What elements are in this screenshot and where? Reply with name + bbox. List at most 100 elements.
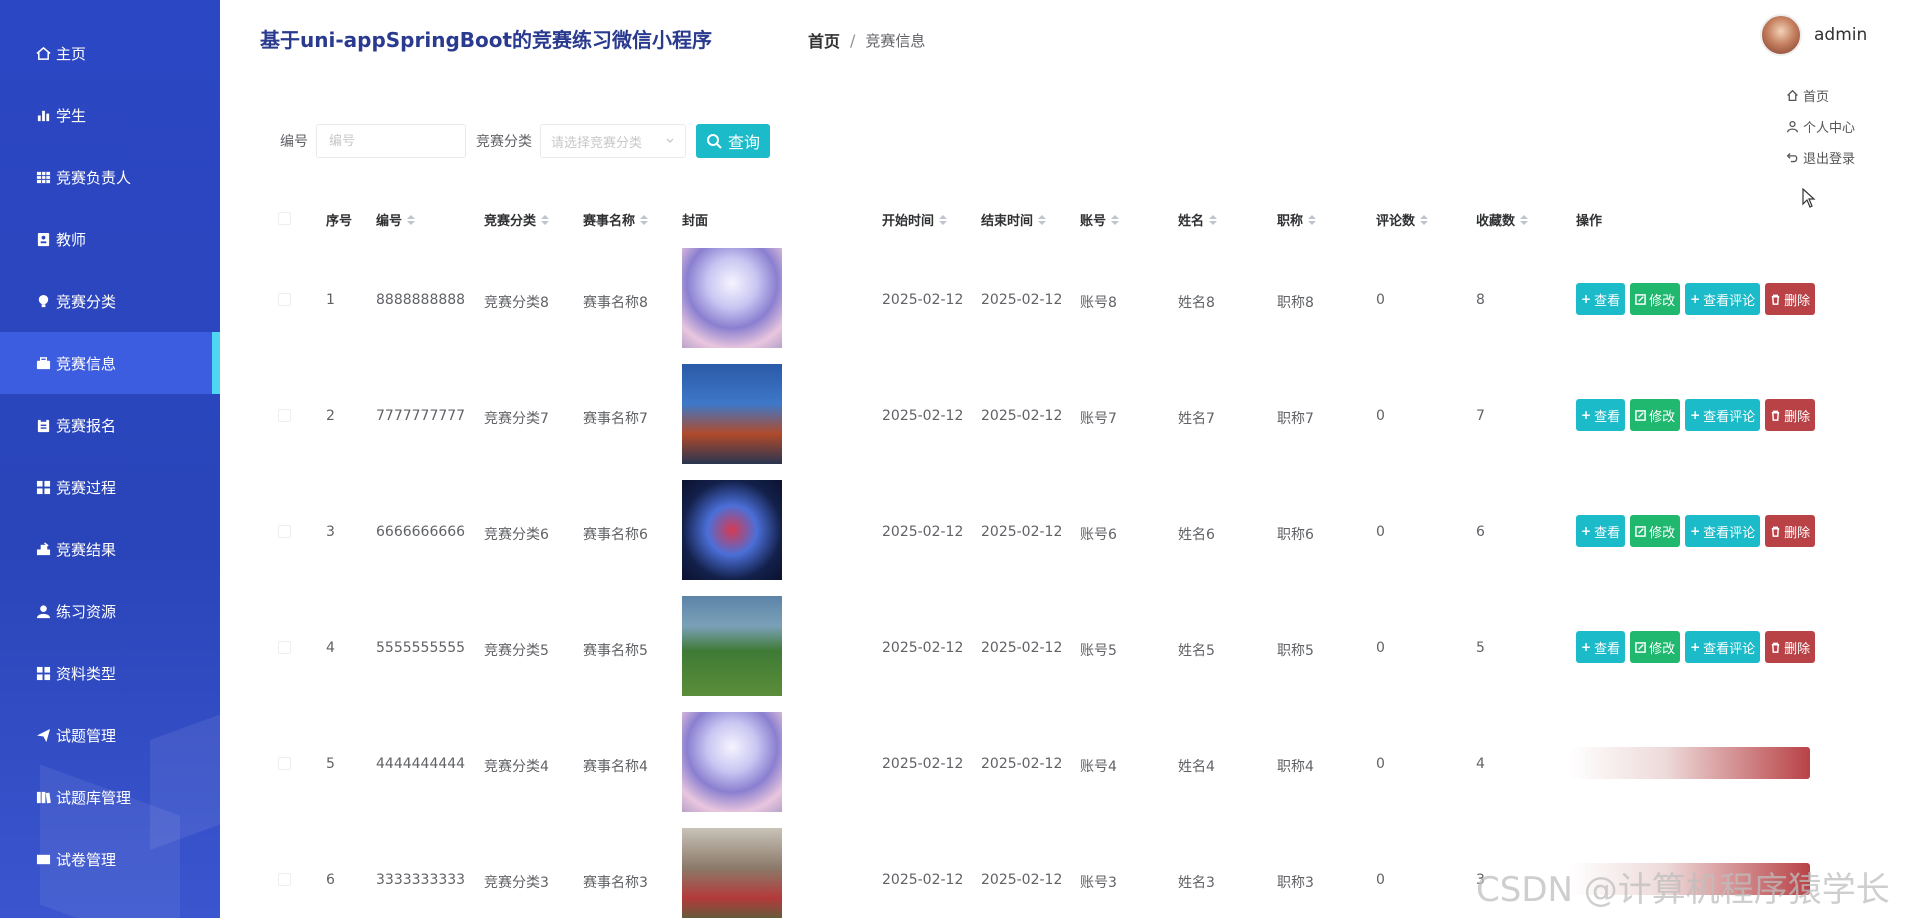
view-comments-button[interactable]: + 查看评论	[1685, 515, 1761, 547]
column-header[interactable]: 编号	[376, 210, 416, 229]
column-header-label: 收藏数	[1476, 214, 1516, 229]
briefcase-icon	[34, 354, 52, 372]
trash-icon	[1770, 292, 1781, 306]
delete-button[interactable]: 删除	[1765, 515, 1816, 547]
column-header[interactable]: 竞赛分类	[484, 210, 550, 229]
column-header[interactable]: 账号	[1080, 210, 1120, 229]
view-button[interactable]: + 查看	[1576, 399, 1626, 431]
sidebar-item[interactable]: 竞赛过程	[0, 456, 220, 518]
cell-start: 2025-02-12	[882, 640, 964, 656]
sort-caret-icon[interactable]	[640, 214, 649, 225]
plus-icon: +	[1581, 524, 1592, 538]
category-select[interactable]: 请选择竞赛分类	[540, 124, 686, 158]
plus-icon: +	[1581, 292, 1592, 306]
column-header[interactable]: 开始时间	[882, 210, 948, 229]
row-checkbox[interactable]	[278, 409, 291, 422]
sidebar-item[interactable]: 练习资源	[0, 580, 220, 642]
column-header[interactable]: 赛事名称	[583, 210, 649, 229]
view-comments-button[interactable]: + 查看评论	[1685, 631, 1761, 663]
delete-button[interactable]: 删除	[1765, 399, 1816, 431]
select-all-checkbox[interactable]	[278, 212, 291, 225]
user-profile[interactable]: admin	[1760, 14, 1867, 56]
cover-image[interactable]	[682, 712, 782, 812]
plus-icon: +	[1690, 640, 1701, 654]
sort-caret-icon[interactable]	[1038, 214, 1047, 225]
cover-image[interactable]	[682, 480, 782, 580]
delete-button[interactable]: 删除	[1765, 283, 1816, 315]
cover-image[interactable]	[682, 828, 782, 918]
row-checkbox[interactable]	[278, 293, 291, 306]
breadcrumb-home[interactable]: 首页	[808, 28, 840, 52]
row-checkbox[interactable]	[278, 757, 291, 770]
view-button[interactable]: + 查看	[1576, 631, 1626, 663]
edit-button[interactable]: 修改	[1630, 515, 1681, 547]
cell-account: 账号3	[1080, 875, 1117, 891]
column-header[interactable]: 姓名	[1178, 210, 1218, 229]
view-comments-button-label: 查看评论	[1703, 641, 1756, 657]
column-header-label: 操作	[1576, 214, 1603, 229]
sidebar-item[interactable]: 竞赛报名	[0, 394, 220, 456]
sidebar-item-label: 竞赛分类	[56, 292, 117, 311]
cell-name: 赛事名称5	[583, 643, 648, 659]
delete-button[interactable]: 删除	[1765, 631, 1816, 663]
column-header[interactable]: 结束时间	[981, 210, 1047, 229]
sort-caret-icon[interactable]	[541, 214, 550, 225]
plus-icon: +	[1581, 640, 1592, 654]
row-checkbox[interactable]	[278, 525, 291, 538]
sidebar-item[interactable]: 教师	[0, 208, 220, 270]
cover-image[interactable]	[682, 248, 782, 348]
sidebar-item-label: 竞赛报名	[56, 416, 117, 435]
sort-caret-icon[interactable]	[1308, 214, 1317, 225]
sidebar-item[interactable]: 竞赛信息	[0, 332, 220, 394]
sort-caret-icon[interactable]	[1520, 214, 1529, 225]
row-checkbox[interactable]	[278, 873, 291, 886]
paper-icon	[34, 850, 52, 868]
cell-number: 6666666666	[376, 524, 466, 540]
cell-category: 竞赛分类5	[484, 643, 549, 659]
edit-button[interactable]: 修改	[1630, 283, 1681, 315]
column-header: 封面	[682, 210, 708, 229]
column-header[interactable]: 职称	[1277, 210, 1317, 229]
avatar[interactable]	[1760, 14, 1802, 56]
query-button[interactable]: 查询	[696, 124, 771, 158]
user-icon	[1786, 120, 1799, 133]
cover-image[interactable]	[682, 596, 782, 696]
sort-caret-icon[interactable]	[1111, 214, 1120, 225]
sidebar-item[interactable]: 资料类型	[0, 642, 220, 704]
row-checkbox[interactable]	[278, 641, 291, 654]
sidebar-item[interactable]: 试卷管理	[0, 828, 220, 890]
edit-button[interactable]: 修改	[1630, 399, 1681, 431]
cell-favorites: 4	[1476, 756, 1485, 772]
view-comments-button-label: 查看评论	[1703, 409, 1756, 425]
sidebar-item[interactable]: 竞赛分类	[0, 270, 220, 332]
user-menu-logout[interactable]: 退出登录	[1786, 142, 1855, 173]
view-button[interactable]: + 查看	[1576, 283, 1626, 315]
view-comments-button[interactable]: + 查看评论	[1685, 283, 1761, 315]
sort-caret-icon[interactable]	[939, 214, 948, 225]
user-menu-home[interactable]: 首页	[1786, 80, 1855, 111]
username[interactable]: admin	[1814, 25, 1867, 45]
sidebar-item[interactable]: 竞赛负责人	[0, 146, 220, 208]
sidebar-item[interactable]: 试题库管理	[0, 766, 220, 828]
table-row: 4 5555555555 竞赛分类5 赛事名称5 2025-02-12 2025-02-1…	[270, 590, 1860, 706]
column-header[interactable]: 收藏数	[1476, 210, 1529, 229]
sidebar-item[interactable]: 竞赛结果	[0, 518, 220, 580]
cell-idx: 3	[326, 524, 335, 540]
user-menu-profile[interactable]: 个人中心	[1786, 111, 1855, 142]
sort-caret-icon[interactable]	[1209, 214, 1218, 225]
view-comments-button[interactable]: + 查看评论	[1685, 399, 1761, 431]
view-button[interactable]: + 查看	[1576, 515, 1626, 547]
edit-button[interactable]: 修改	[1630, 631, 1681, 663]
row-actions: + 查看 修改 + 查看评论 删除	[1576, 631, 1820, 663]
view-comments-button-label: 查看评论	[1703, 293, 1756, 309]
sidebar-item[interactable]: 试题管理	[0, 704, 220, 766]
cell-favorites: 7	[1476, 408, 1485, 424]
sidebar-item[interactable]: 主页	[0, 22, 220, 84]
column-header[interactable]: 评论数	[1376, 210, 1429, 229]
cover-image[interactable]	[682, 364, 782, 464]
sort-caret-icon[interactable]	[1420, 214, 1429, 225]
number-input[interactable]	[316, 124, 466, 158]
column-header-label: 竞赛分类	[484, 214, 537, 229]
sidebar-item[interactable]: 学生	[0, 84, 220, 146]
sort-caret-icon[interactable]	[407, 214, 416, 225]
